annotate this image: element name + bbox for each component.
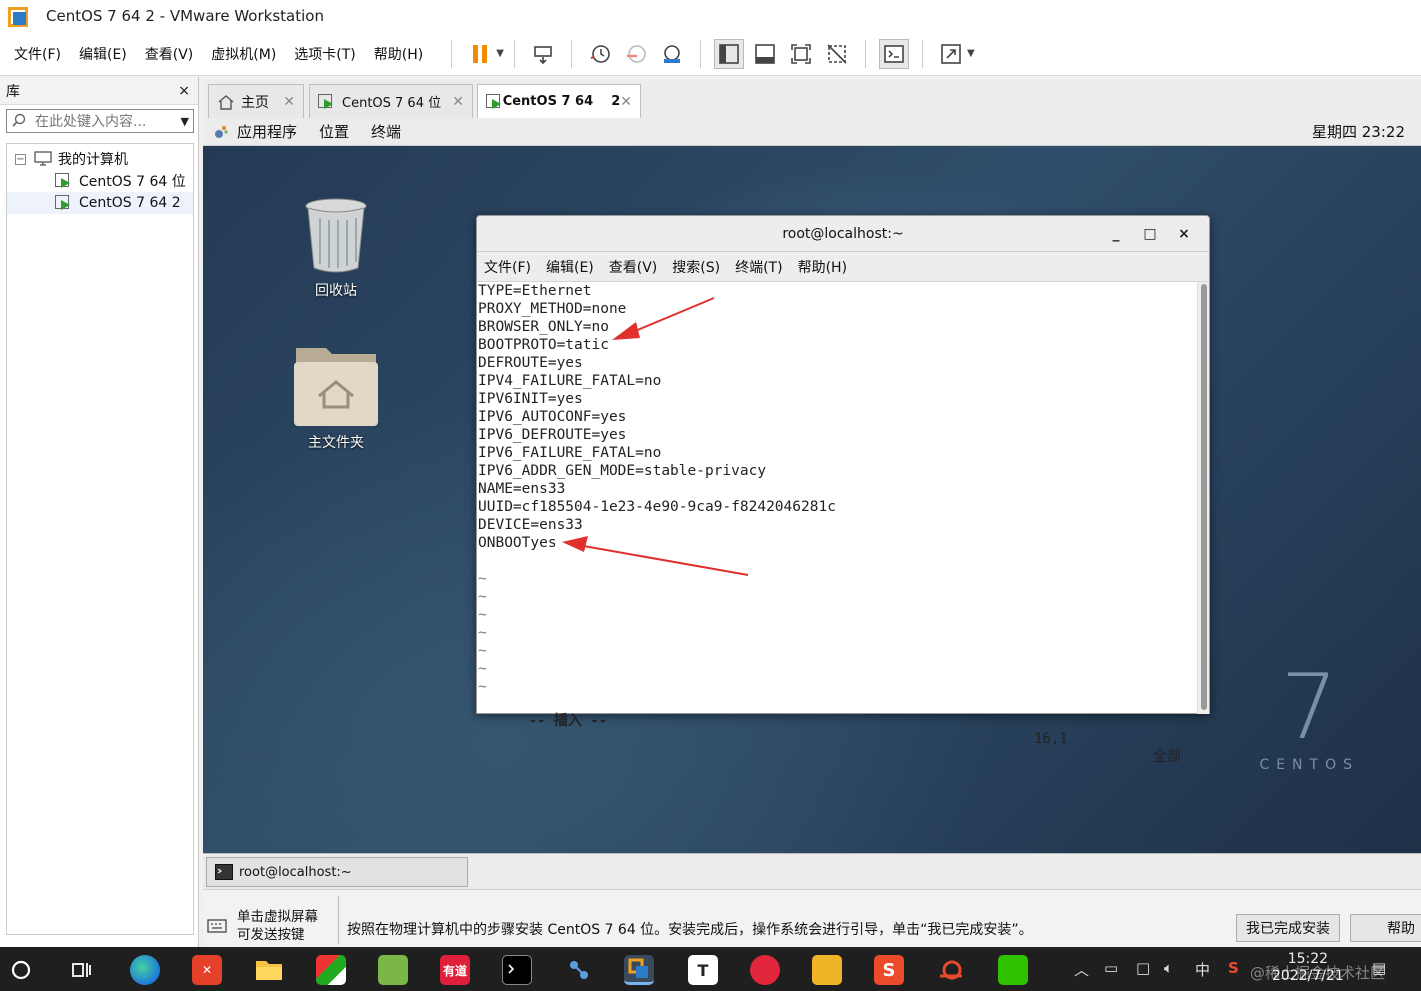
annotation-arrowhead-onboot <box>562 536 588 552</box>
snail-app-icon[interactable] <box>936 955 966 985</box>
notepad-icon[interactable] <box>378 955 408 985</box>
youdao-icon[interactable]: 有道 <box>440 955 470 985</box>
install-info-bar: 单击虚拟屏幕 可发送按键 按照在物理计算机中的步骤安装 CentOS 7 64 … <box>203 889 1421 947</box>
keyboard-hint: 单击虚拟屏幕 可发送按键 <box>207 908 339 944</box>
terminal-icon <box>215 864 233 880</box>
xmind-icon[interactable]: ✕ <box>192 955 222 985</box>
windows-taskbar: ✕ 有道 T S ︿ ▭ □ 🔈︎ 中 S 15:22 2022/7/21 ▤ <box>0 947 1421 991</box>
volume-muted-icon[interactable]: 🔈︎ <box>1164 959 1173 977</box>
file-explorer-icon[interactable] <box>254 955 284 985</box>
hint-line-2: 可发送按键 <box>237 927 305 943</box>
info-separator <box>338 896 339 944</box>
vm-task-label: root@localhost:~ <box>239 864 352 880</box>
annotation-arrow-bootproto <box>627 297 715 335</box>
wechat-icon[interactable] <box>998 955 1028 985</box>
edge-browser-icon[interactable] <box>130 955 160 985</box>
task-view-icon[interactable] <box>66 955 96 985</box>
keyboard-icon <box>207 919 227 933</box>
sogou-tray-icon[interactable]: S <box>1228 959 1239 977</box>
battery-icon[interactable]: ▭ <box>1104 959 1118 977</box>
search-circle-icon[interactable] <box>6 955 36 985</box>
display-icon[interactable]: □ <box>1136 959 1150 977</box>
annotation-arrow-onboot <box>577 544 749 576</box>
vm-task-terminal[interactable]: root@localhost:~ <box>206 857 468 887</box>
annotation-arrows <box>562 297 749 576</box>
typora-icon[interactable]: T <box>688 955 718 985</box>
help-button[interactable]: 帮助 <box>1350 914 1421 942</box>
file-tool-icon[interactable] <box>812 955 842 985</box>
install-message: 按照在物理计算机中的步骤安装 CentOS 7 64 位。安装完成后，操作系统会… <box>347 922 1033 938</box>
hint-line-1: 单击虚拟屏幕 <box>237 909 318 925</box>
watermark: @稀土掘金技术社区 <box>1250 964 1386 982</box>
vm-window-list: root@localhost:~ <box>203 853 1421 889</box>
vmware-taskbar-icon[interactable] <box>624 955 654 985</box>
tray-expand-icon[interactable]: ︿ <box>1074 959 1089 980</box>
ime-indicator[interactable]: 中 <box>1195 959 1210 980</box>
sogou-input-icon[interactable]: S <box>874 955 904 985</box>
terminal-app-icon[interactable] <box>502 955 532 985</box>
image-app-icon[interactable] <box>316 955 346 985</box>
annotation-arrowhead-bootproto <box>612 322 640 340</box>
finished-install-button[interactable]: 我已完成安装 <box>1236 914 1340 942</box>
network-tool-icon[interactable] <box>564 955 594 985</box>
netease-music-icon[interactable] <box>750 955 780 985</box>
